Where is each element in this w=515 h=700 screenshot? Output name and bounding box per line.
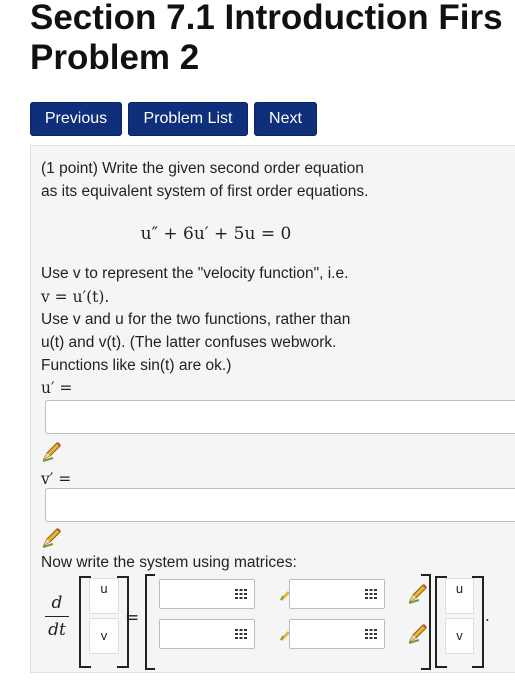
pencil-icon[interactable]: [41, 440, 63, 462]
matrix-bracket: [421, 574, 431, 670]
vprime-label: v′ =: [41, 470, 72, 488]
intro-line-1: (1 point) Write the given second order e…: [41, 160, 364, 177]
page-title: Section 7.1 Introduction Firs Problem 2: [30, 0, 503, 78]
matrix-instruction: Now write the system using matrices:: [41, 554, 297, 571]
webwork-page: Section 7.1 Introduction Firs Problem 2 …: [0, 0, 515, 700]
matrix-grid-icon[interactable]: [234, 627, 248, 641]
equals-sign: =: [125, 608, 140, 628]
functions-instruction-1: Use v and u for the two functions, rathe…: [41, 311, 351, 328]
problem-panel: (1 point) Write the given second order e…: [30, 145, 515, 673]
fraction-bar: [45, 616, 69, 617]
period: .: [485, 606, 490, 625]
matrix-grid-icon[interactable]: [364, 587, 378, 601]
problem-nav: Previous Problem List Next: [30, 102, 317, 136]
d-label: d: [51, 593, 63, 613]
matrix-a11-input[interactable]: [159, 579, 255, 609]
uprime-label: u′ =: [41, 379, 73, 397]
vector-entry-v: v: [89, 618, 119, 654]
matrix-bracket: [145, 574, 155, 670]
velocity-definition: v = u′(t).: [41, 288, 110, 306]
previous-button[interactable]: Previous: [30, 102, 122, 136]
title-line-2: Problem 2: [30, 38, 200, 77]
vector-entry-u: u: [89, 578, 119, 614]
vector-entry-v: v: [445, 618, 474, 654]
ode-equation: u″ + 6u′ + 5u = 0: [140, 224, 292, 244]
intro-line-2: as its equivalent system of first order …: [41, 183, 369, 200]
matrix-grid-icon[interactable]: [234, 587, 248, 601]
functions-instruction-2: u(t) and v(t). (The latter confuses webw…: [41, 334, 337, 351]
functions-instruction-3: Functions like sin(t) are ok.): [41, 357, 232, 374]
problem-list-button[interactable]: Problem List: [128, 102, 248, 136]
vector-entry-u: u: [445, 578, 474, 614]
velocity-instruction: Use v to represent the "velocity functio…: [41, 265, 349, 282]
matrix-a22-input[interactable]: [289, 619, 385, 649]
dt-label: dt: [48, 620, 66, 640]
next-button[interactable]: Next: [254, 102, 317, 136]
matrix-grid-icon[interactable]: [364, 627, 378, 641]
matrix-a12-input[interactable]: [289, 579, 385, 609]
uprime-answer-input[interactable]: [45, 400, 515, 434]
title-line-1: Section 7.1 Introduction Firs: [30, 0, 503, 37]
matrix-a21-input[interactable]: [159, 619, 255, 649]
vprime-answer-input[interactable]: [45, 488, 515, 522]
pencil-icon[interactable]: [41, 526, 63, 548]
